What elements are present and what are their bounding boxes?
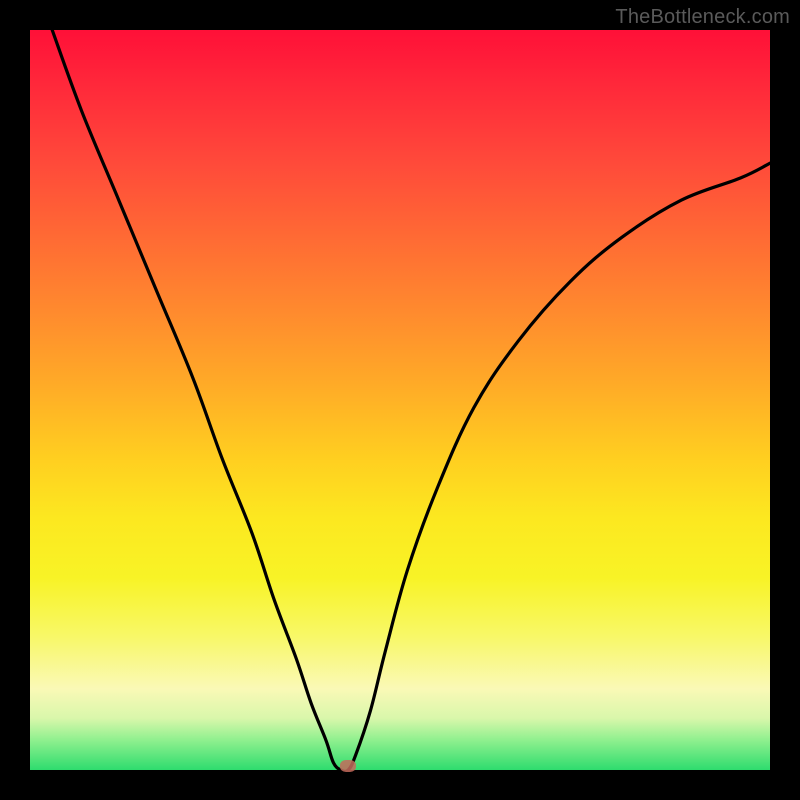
chart-frame: TheBottleneck.com xyxy=(0,0,800,800)
optimum-marker xyxy=(340,760,356,772)
watermark-text: TheBottleneck.com xyxy=(615,6,790,29)
bottleneck-curve xyxy=(30,30,770,770)
plot-area xyxy=(30,30,770,770)
